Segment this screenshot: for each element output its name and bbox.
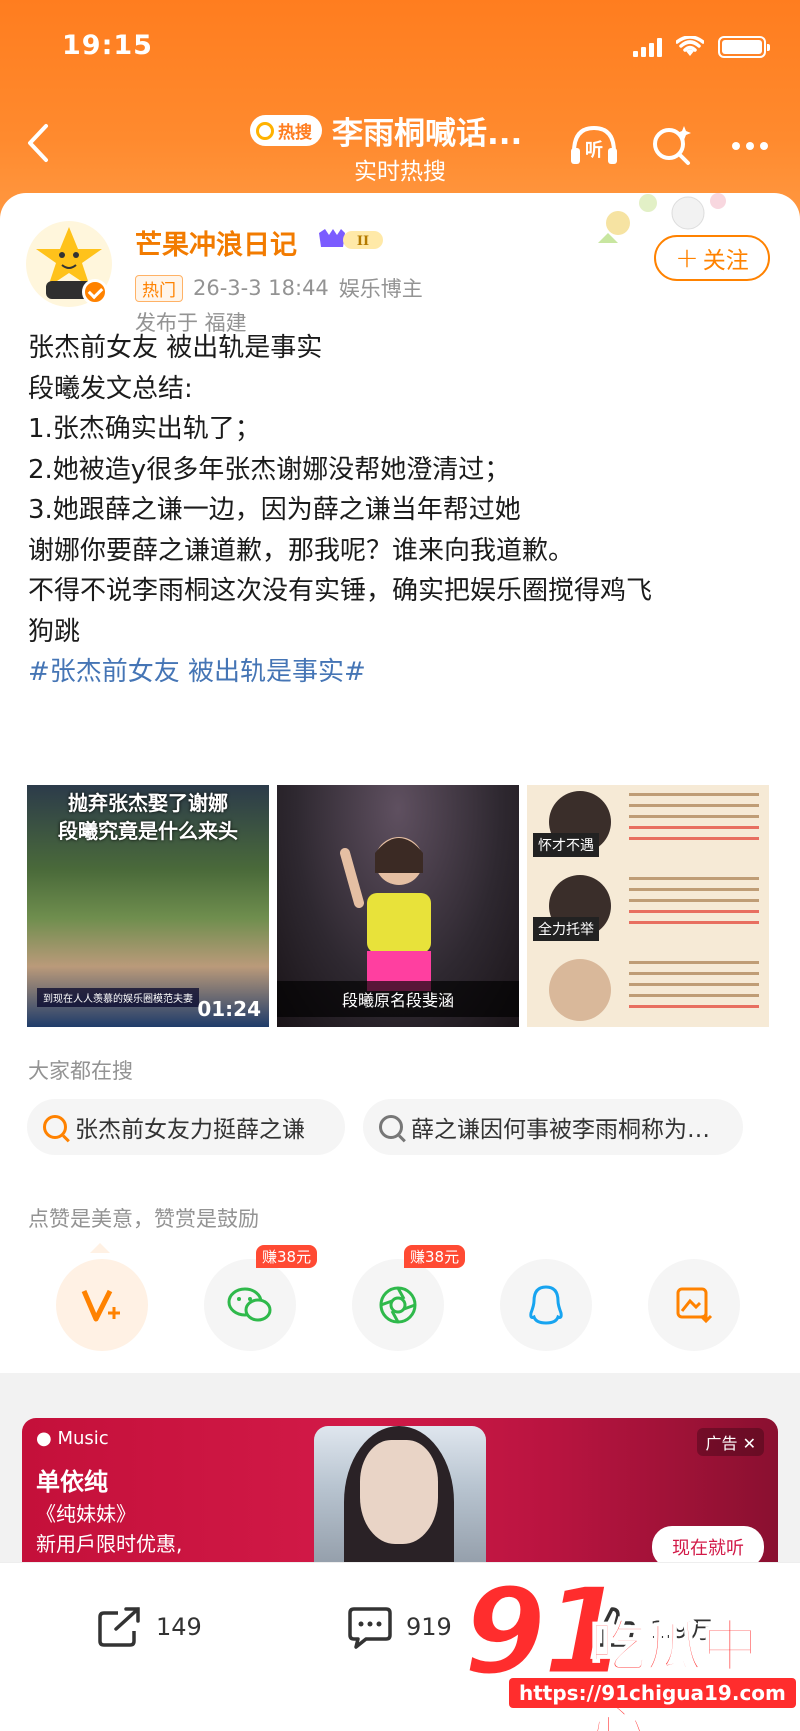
repost-count: 149	[156, 1613, 202, 1641]
post-date: 26-3-3 18:44	[193, 276, 329, 300]
video-caption-top: 抛弃张杰娶了谢娜 段曦究竟是什么来头	[58, 791, 238, 843]
share-moments-button[interactable]: 赚38元	[352, 1245, 466, 1351]
image-grid: 抛弃张杰娶了谢娜 段曦究竟是什么来头 到现在人人羡慕的娱乐圈模范夫妻 01:24…	[27, 785, 769, 1027]
hot-search-tag-label: 热搜	[278, 123, 312, 143]
comment-count: 919	[406, 1613, 452, 1641]
ad-artist-photo	[314, 1426, 486, 1578]
hashtag-link[interactable]: #张杰前女友 被出轨是事实#	[28, 652, 778, 693]
qq-penguin-icon	[529, 1285, 563, 1325]
hot-search-icon	[256, 121, 274, 140]
repost-icon	[98, 1607, 140, 1647]
post-line: 2.她被造y很多年张杰谢娜没帮她澄清过；	[28, 454, 511, 485]
post-line: 张杰前女友 被出轨是事实	[28, 333, 323, 363]
watermark-url: https://91chigua19.com	[509, 1678, 796, 1708]
save-image-button[interactable]	[648, 1259, 740, 1351]
status-icons	[633, 36, 770, 58]
share-row: 赚38元 赚38元	[56, 1245, 740, 1351]
ad-artist: 单依纯	[36, 1468, 108, 1496]
video-thumbnail[interactable]: 抛弃张杰娶了谢娜 段曦究竟是什么来头 到现在人人羡慕的娱乐圈模范夫妻 01:24	[27, 785, 269, 1027]
info-row: 全力托举	[527, 869, 769, 949]
post-line: 1.张杰确实出轨了；	[28, 414, 261, 444]
wechat-icon	[227, 1287, 272, 1322]
post-line: 不得不说李雨桐这次没有实锤，确实把娱乐圈搅得鸡飞	[28, 576, 653, 606]
author-role: 娱乐博主	[338, 277, 423, 301]
related-search-chip[interactable]: 张杰前女友力挺薛之谦	[27, 1099, 345, 1155]
image-thumbnail[interactable]: 段曦原名段斐涵	[277, 785, 519, 1027]
post-line: 段曦发文总结:	[28, 373, 193, 404]
related-search-chips: 张杰前女友力挺薛之谦 薛之谦因何事被李雨桐称为…	[27, 1099, 743, 1155]
video-caption-bottom: 到现在人人羡慕的娱乐圈模范夫妻	[37, 988, 199, 1007]
hot-search-tag: 热搜	[250, 115, 322, 146]
ad-tag-label: 广告	[705, 1434, 738, 1453]
image-caption: 段曦原名段斐涵	[277, 981, 519, 1017]
follow-button[interactable]: + 关注	[654, 235, 770, 281]
info-thumbnail[interactable]: 怀才不遇 全力托举	[527, 785, 769, 1027]
post-line: 谢娜你要薛之谦道歉，那我呢？谁来向我道歉。	[28, 535, 575, 566]
apple-logo-icon: ●	[36, 1428, 52, 1449]
share-wechat-button[interactable]: 赚38元	[204, 1245, 318, 1351]
site-watermark: 91 吃瓜中心 https://91chigua19.com	[455, 1566, 796, 1731]
ad-tag[interactable]: 广告 ✕	[697, 1428, 764, 1456]
photo-face	[549, 959, 611, 1021]
ad-brand: ● Music	[36, 1428, 109, 1449]
listen-headphones-icon[interactable]: 听	[566, 118, 622, 174]
ad-song: 《纯妹妹》	[36, 1502, 136, 1526]
chip-label: 薛之谦因何事被李雨桐称为…	[411, 1117, 710, 1143]
search-icon[interactable]	[644, 118, 700, 174]
earn-badge: 赚38元	[404, 1245, 466, 1268]
watermark-text: 吃瓜中心	[589, 1614, 759, 1731]
close-icon[interactable]: ✕	[743, 1434, 756, 1453]
post-line: 狗跳	[28, 616, 81, 647]
post-line: 3.她跟薛之谦一边，因为薛之谦当年帮过她	[28, 495, 521, 525]
search-icon	[379, 1115, 403, 1139]
comment-button[interactable]: 919	[346, 1605, 452, 1649]
more-options-icon[interactable]	[722, 118, 778, 174]
ad-brand-name: Music	[57, 1428, 109, 1449]
reward-hint: 点赞是美意，赞赏是鼓励	[28, 1207, 259, 1231]
post-card: 芒果冲浪日记 II 热门 26-3-3 18:44 娱乐博主 发布于 福建 + …	[0, 193, 800, 1373]
pointer-triangle	[90, 1243, 110, 1253]
earn-badge: 赚38元	[256, 1245, 318, 1268]
battery-icon	[718, 36, 770, 58]
cellular-signal-icon	[633, 37, 662, 57]
ad-promo: 新用戶限时优惠,	[36, 1532, 183, 1556]
info-badge: 怀才不遇	[533, 833, 599, 857]
related-search-heading: 大家都在搜	[28, 1059, 133, 1083]
hot-label: 热门	[135, 274, 183, 302]
hot-search-icon	[43, 1115, 67, 1139]
listen-label: 听	[585, 139, 603, 161]
share-qq-button[interactable]	[500, 1259, 592, 1351]
info-row: 怀才不遇	[527, 785, 769, 865]
repost-button[interactable]: 149	[96, 1605, 202, 1649]
moments-aperture-icon	[379, 1286, 417, 1324]
page-title: 李雨桐喊话...	[332, 116, 523, 152]
plus-icon: +	[675, 241, 699, 274]
author-name[interactable]: 芒果冲浪日记	[135, 223, 297, 262]
comment-icon	[348, 1607, 392, 1649]
music-ad-banner[interactable]: ● Music 单依纯 《纯妹妹》 新用戶限时优惠, 广告 ✕ 现在就听	[22, 1418, 778, 1578]
status-time: 19:15	[62, 30, 153, 61]
page-title-group: 热搜 李雨桐喊话...	[250, 108, 522, 153]
chip-label: 张杰前女友力挺薛之谦	[75, 1117, 305, 1143]
wifi-icon	[676, 36, 704, 56]
vip-level-badge: II	[319, 229, 383, 249]
post-body: 张杰前女友 被出轨是事实 段曦发文总结: 1.张杰确实出轨了； 2.她被造y很多…	[28, 328, 778, 693]
follow-label: 关注	[702, 248, 749, 274]
save-image-icon	[676, 1287, 713, 1324]
info-badge: 全力托举	[533, 917, 599, 941]
vip-level-text: II	[357, 234, 369, 249]
video-duration: 01:24	[197, 997, 261, 1021]
reward-v-icon	[81, 1289, 120, 1322]
info-row	[527, 953, 769, 1027]
post-meta: 热门 26-3-3 18:44 娱乐博主	[135, 273, 423, 303]
photo-person	[340, 837, 431, 991]
verified-badge-icon	[82, 279, 108, 305]
related-search-chip[interactable]: 薛之谦因何事被李雨桐称为…	[363, 1099, 743, 1155]
reward-button[interactable]	[56, 1259, 148, 1351]
